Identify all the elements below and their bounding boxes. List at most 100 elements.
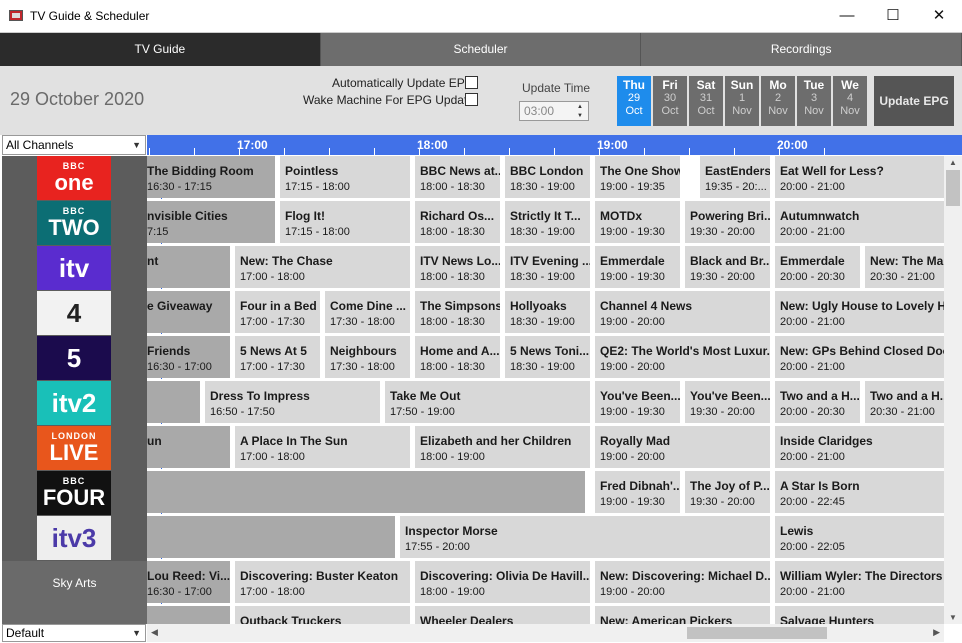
vertical-scrollbar[interactable]: ▲ ▼	[944, 156, 962, 624]
programme-cell[interactable]: Friends 16:30 - 17:00	[147, 336, 230, 378]
programme-cell[interactable]: BBC News at... 18:00 - 18:30	[415, 156, 500, 198]
day-button[interactable]: Thu 29 Oct	[617, 76, 651, 126]
programme-cell[interactable]: Eat Well for Less? 20:00 - 21:00	[775, 156, 944, 198]
spin-up-icon[interactable]: ▲	[573, 103, 587, 111]
programme-cell[interactable]: The Bidding Room 16:30 - 17:15	[147, 156, 275, 198]
channel-row[interactable]: BBC one	[2, 156, 147, 201]
update-time-input[interactable]: 03:00 ▲ ▼	[519, 101, 589, 121]
wake-machine-checkbox[interactable]	[465, 93, 478, 106]
programme-cell[interactable]: Wheeler Dealers	[415, 606, 590, 624]
day-button[interactable]: We 4 Nov	[833, 76, 867, 126]
day-button[interactable]: Fri 30 Oct	[653, 76, 687, 126]
channel-row[interactable]: 4	[2, 291, 147, 336]
programme-cell[interactable]	[147, 516, 395, 558]
update-epg-button[interactable]: Update EPG	[874, 76, 954, 126]
programme-cell[interactable]: Two and a H... 20:30 - 21:00	[865, 381, 944, 423]
programme-cell[interactable]: Discovering: Buster Keaton 17:00 - 18:00	[235, 561, 410, 603]
programme-cell[interactable]: nvisible Cities 7:15	[147, 201, 275, 243]
minimize-button[interactable]: —	[824, 0, 870, 32]
programme-cell[interactable]: Outback Truckers	[235, 606, 410, 624]
programme-cell[interactable]: Flog It! 17:15 - 18:00	[280, 201, 410, 243]
spin-down-icon[interactable]: ▼	[573, 112, 587, 120]
programme-cell[interactable]: EastEnders 19:35 - 20:...	[700, 156, 770, 198]
programme-cell[interactable]: New: GPs Behind Closed Doo... 20:00 - 21:…	[775, 336, 944, 378]
day-button[interactable]: Mo 2 Nov	[761, 76, 795, 126]
channel-row[interactable]: LONDON LIVE	[2, 426, 147, 471]
scroll-left-icon[interactable]: ◀	[151, 627, 158, 638]
day-button[interactable]: Sun 1 Nov	[725, 76, 759, 126]
programme-cell[interactable]: Pointless 17:15 - 18:00	[280, 156, 410, 198]
channel-row[interactable]: itv2	[2, 381, 147, 426]
programme-cell[interactable]: nt	[147, 246, 230, 288]
programme-cell[interactable]: New: The Chase 17:00 - 18:00	[235, 246, 410, 288]
profile-select[interactable]: Default ▼	[2, 624, 146, 642]
programme-cell[interactable]: New: Ugly House to Lovely H... 20:00 - 21…	[775, 291, 944, 333]
programme-cell[interactable]: e Giveaway	[147, 291, 230, 333]
programme-cell[interactable]: Lou Reed: Vi... 16:30 - 17:00	[147, 561, 230, 603]
programme-cell[interactable]: You've Been... 19:30 - 20:00	[685, 381, 770, 423]
programme-cell[interactable]: Take Me Out 17:50 - 19:00	[385, 381, 590, 423]
programme-cell[interactable]: ITV News Lo... 18:00 - 18:30	[415, 246, 500, 288]
programme-cell[interactable]: Come Dine ... 17:30 - 18:00	[325, 291, 410, 333]
programme-cell[interactable]: 5 News At 5 17:00 - 17:30	[235, 336, 320, 378]
programme-cell[interactable]: The Joy of P... 19:30 - 20:00	[685, 471, 770, 513]
programme-cell[interactable]: New: Discovering: Michael D... 19:00 - 20…	[595, 561, 770, 603]
programme-cell[interactable]	[147, 381, 200, 423]
programme-cell[interactable]	[147, 606, 230, 624]
programme-cell[interactable]: Emmerdale 19:00 - 19:30	[595, 246, 680, 288]
programme-cell[interactable]: QE2: The World's Most Luxur... 19:00 - 20…	[595, 336, 770, 378]
maximize-button[interactable]: ☐	[870, 0, 916, 32]
programme-cell[interactable]: New: American Pickers	[595, 606, 770, 624]
programme-cell[interactable]: BBC London 18:30 - 19:00	[505, 156, 590, 198]
programme-cell[interactable]: Hollyoaks 18:30 - 19:00	[505, 291, 590, 333]
programme-cell[interactable]: The One Show 19:00 - 19:35	[595, 156, 680, 198]
close-button[interactable]: ✕	[916, 0, 962, 32]
programme-cell[interactable]: Neighbours 17:30 - 18:00	[325, 336, 410, 378]
programme-cell[interactable]: You've Been... 19:00 - 19:30	[595, 381, 680, 423]
programme-cell[interactable]: Elizabeth and her Children 18:00 - 19:00	[415, 426, 590, 468]
programme-cell[interactable]: Strictly It T... 18:30 - 19:00	[505, 201, 590, 243]
scroll-down-icon[interactable]: ▼	[944, 613, 962, 622]
tab-scheduler[interactable]: Scheduler	[320, 33, 642, 66]
horizontal-scroll-thumb[interactable]	[687, 627, 827, 639]
programme-cell[interactable]: Inside Claridges 20:00 - 21:00	[775, 426, 944, 468]
programme-cell[interactable]: Salvage Hunters	[775, 606, 944, 624]
scroll-up-icon[interactable]: ▲	[944, 158, 962, 167]
tab-tv-guide[interactable]: TV Guide	[0, 33, 321, 66]
programme-cell[interactable]: Richard Os... 18:00 - 18:30	[415, 201, 500, 243]
programme-cell[interactable]: Emmerdale 20:00 - 20:30	[775, 246, 860, 288]
programme-cell[interactable]: MOTDx 19:00 - 19:30	[595, 201, 680, 243]
programme-cell[interactable]: Discovering: Olivia De Havill... 18:00 - …	[415, 561, 590, 603]
channel-row[interactable]: 5	[2, 336, 147, 381]
programme-cell[interactable]: Royally Mad 19:00 - 20:00	[595, 426, 770, 468]
programme-cell[interactable]: ITV Evening ... 18:30 - 19:00	[505, 246, 590, 288]
channel-row[interactable]: Sky Arts	[2, 561, 147, 606]
programme-cell[interactable]: Fred Dibnah'... 19:00 - 19:30	[595, 471, 680, 513]
programme-cell[interactable]: Channel 4 News 19:00 - 20:00	[595, 291, 770, 333]
channel-row[interactable]: itv	[2, 246, 147, 291]
programme-cell[interactable]: New: The Ma... 20:30 - 21:00	[865, 246, 944, 288]
channel-row[interactable]: itv3	[2, 516, 147, 561]
programme-cell[interactable]: Lewis 20:00 - 22:05	[775, 516, 944, 558]
scroll-right-icon[interactable]: ▶	[933, 627, 940, 638]
programme-cell[interactable]: Black and Br... 19:30 - 20:00	[685, 246, 770, 288]
vertical-scroll-thumb[interactable]	[946, 170, 960, 206]
programme-cell[interactable]: Powering Bri... 19:30 - 20:00	[685, 201, 770, 243]
programme-cell[interactable]: The Simpsons 18:00 - 18:30	[415, 291, 500, 333]
programme-cell[interactable]: Autumnwatch 20:00 - 21:00	[775, 201, 944, 243]
programme-cell[interactable]: un	[147, 426, 230, 468]
programme-cell[interactable]	[147, 471, 585, 513]
day-button[interactable]: Sat 31 Oct	[689, 76, 723, 126]
day-button[interactable]: Tue 3 Nov	[797, 76, 831, 126]
programme-cell[interactable]: Dress To Impress 16:50 - 17:50	[205, 381, 380, 423]
programme-cell[interactable]: Four in a Bed 17:00 - 17:30	[235, 291, 320, 333]
programme-cell[interactable]: 5 News Toni... 18:30 - 19:00	[505, 336, 590, 378]
channel-row[interactable]: BBC TWO	[2, 201, 147, 246]
channel-row[interactable]: BBC FOUR	[2, 471, 147, 516]
programme-cell[interactable]: Home and A... 18:00 - 18:30	[415, 336, 500, 378]
channel-row[interactable]	[2, 606, 147, 624]
programme-cell[interactable]: Two and a H... 20:00 - 20:30	[775, 381, 860, 423]
auto-update-checkbox[interactable]	[465, 76, 478, 89]
horizontal-scrollbar[interactable]: ◀ ▶	[147, 624, 944, 642]
tab-recordings[interactable]: Recordings	[641, 33, 962, 66]
